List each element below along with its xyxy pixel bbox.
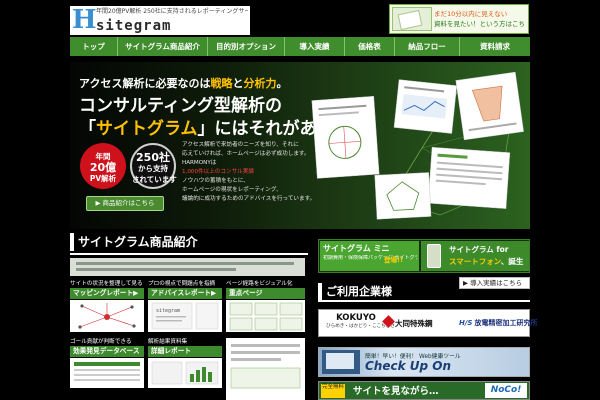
logo-letter: H [72,5,97,35]
kokuyo-slogan: ひらめき・はかどり・ここちよさ [326,324,395,329]
card-title: 重点ページ [226,288,305,299]
hero-text: 「 [79,119,96,139]
hero-text: と [232,77,244,90]
promo-line-2: 資料を見たい！という方はこちら [434,20,524,28]
card-caption: 解析結果資料集 [148,339,188,345]
card-caption: サイトの状況を整理して見る [70,281,143,287]
badge-text: から支持 [138,164,168,173]
products-intro-text [70,258,305,276]
mini-promo-tag: 登場!! [384,256,403,264]
clients-section-title: ご利用企業様 [318,283,450,300]
section-divider [70,253,308,255]
hero-highlight: 分析力 [243,77,277,90]
smartphone-suffix: 、誕生 [500,257,524,266]
product-card-advice[interactable]: プロの視点で問題点を指摘 アドバイスレポート▶ sitegram [148,280,222,332]
product-cards: サイトの状況を整理して見る マッピングレポート▶ プロの視点で問題点を指摘 アド… [70,280,305,400]
badge-number: 20億 [89,161,117,174]
page: H 年間20億PV解析 250社に支持されるレポーティングサービス sitegr… [0,0,600,400]
noco-logo: NoCo! [485,383,527,398]
promo-line-1: まだ10分以内に見えない [434,10,508,18]
noco-text: サイトを見ながら… [353,386,439,397]
logo-wordmark: sitegram [96,18,172,34]
hs-name: 放電精密加工研究所 [474,319,538,327]
mini-promo-title: サイトグラム ミニ [323,244,390,253]
effect-database-thumbnail [70,358,144,388]
hero-highlight: 戦略 [210,77,233,90]
badge-number: 250社 [136,151,170,164]
badge-text: されています [132,175,177,184]
nav-pricing[interactable]: 価格表 [345,37,395,56]
site-logo[interactable]: H 年間20億PV解析 250社に支持されるレポーティングサービス sitegr… [70,6,250,35]
smartphone-icon [427,244,441,268]
product-card-key-pages[interactable]: ページ経路をビジュアル化 重点ページ [226,280,305,332]
hoden-seimitsu-logo[interactable]: H/S 放電精密加工研究所 [459,318,537,328]
nav-top[interactable]: トップ [70,37,118,56]
case-studies-link[interactable]: ▶ 導入実績はこちら [459,277,530,289]
hero-banner[interactable]: アクセス解析に必要なのは戦略と分析力。 コンサルティング型解析の 「サイトグラム… [70,62,530,229]
smartphone-promo-subtitle: スマートフォン、誕生 [449,256,523,267]
companies-badge: 250社 から支持 されています [130,143,177,189]
product-intro-button[interactable]: ▶ 商品紹介はこちら [86,196,164,211]
badge-text: PV解析 [89,174,117,183]
promo-text: まだ10分以内に見えない 資料を見たい！という方はこちら [434,9,524,29]
mapping-report-thumbnail [70,300,144,332]
daido-logo[interactable]: 大同特殊鋼 [382,315,433,329]
nav-product-intro[interactable]: サイトグラム商品紹介 [118,37,208,56]
product-card-effect-db[interactable]: ゴール貢献が判断できる 効果発見データベース [70,338,144,400]
thumb-logo-text: sitegram [156,308,180,314]
daido-name: 大同特殊鋼 [395,319,433,328]
card-caption: ゴール貢献が判断できる [70,339,132,345]
noco-banner[interactable]: 完全無料 サイトを見ながら… NoCo! [318,381,530,400]
hero-highlight: サイトグラム [96,119,198,139]
report-collage-image [311,71,524,220]
extra-thumbnail [226,338,305,400]
key-pages-thumbnail [226,300,305,332]
hs-mark: H/S [459,319,473,327]
kokuyo-logo[interactable]: KOKUYO ひらめき・はかどり・ここちよさ [326,313,395,330]
product-card-detail-report[interactable]: 解析結果資料集 詳細レポート [148,338,222,400]
product-card-extra[interactable] [226,338,305,400]
card-caption: ページ経路をビジュアル化 [226,281,293,287]
smartphone-promo[interactable]: サイトグラム for スマートフォン、誕生 [421,241,529,271]
global-nav: トップ サイトグラム商品紹介 目的別オプション 導入実績 価格表 納品フロー 資… [70,37,530,56]
sitegram-mini-banner[interactable]: サイトグラム ミニ 初期費用・保険保障パッケージ サイトグラム ミニ 登場!! … [318,239,530,273]
card-caption: プロの視点で問題点を指摘 [148,281,216,287]
products-section-title: サイトグラム商品紹介 [70,233,305,251]
hero-text: 。 [276,77,288,90]
hero-headline-2: コンサルティング型解析の [79,96,282,116]
nav-case-studies[interactable]: 導入実績 [285,37,345,56]
section-divider [318,300,530,302]
client-logos: KOKUYO ひらめき・はかどり・ここちよさ 大同特殊鋼 H/S 放電精密加工研究… [318,309,537,337]
check-up-on-banner[interactable]: 簡単！早い！便利！ Web健康ツール Check Up On [318,347,530,377]
site-header: H 年間20億PV解析 250社に支持されるレポーティングサービス sitegr… [0,0,600,37]
free-tag: 完全無料 [321,384,345,398]
smartphone-word: スマートフォン [449,257,501,266]
card-title: アドバイスレポート▶ [148,288,222,299]
nav-delivery-flow[interactable]: 納品フロー [395,37,460,56]
logo-tagline: 年間20億PV解析 250社に支持されるレポーティングサービス [96,8,248,15]
check-up-title: Check Up On [365,359,452,373]
hero-text: アクセス解析に必要なのは [79,77,211,90]
nav-document-request[interactable]: 資料請求 [460,37,530,56]
advice-report-thumbnail: sitegram [148,300,222,332]
smartphone-promo-title: サイトグラム for [449,245,509,254]
document-request-banner[interactable]: まだ10分以内に見えない 資料を見たい！という方はこちら [389,4,529,34]
pv-badge: 年間 20億 PV解析 [80,143,126,189]
kokuyo-wordmark: KOKUYO [336,313,376,323]
product-card-mapping[interactable]: サイトの状況を整理して見る マッピングレポート▶ [70,280,144,332]
mini-promo[interactable]: サイトグラム ミニ 初期費用・保険保障パッケージ サイトグラム ミニ 登場!! [320,241,419,271]
card-title: 効果発見データベース [70,346,144,357]
hero-headline-1: アクセス解析に必要なのは戦略と分析力。 [79,75,287,91]
detail-report-thumbnail [148,358,222,388]
check-up-screenshot [322,350,360,374]
card-title: 詳細レポート [148,346,222,357]
brochure-image [392,7,432,31]
card-title: マッピングレポート▶ [70,288,144,299]
nav-options[interactable]: 目的別オプション [208,37,285,56]
